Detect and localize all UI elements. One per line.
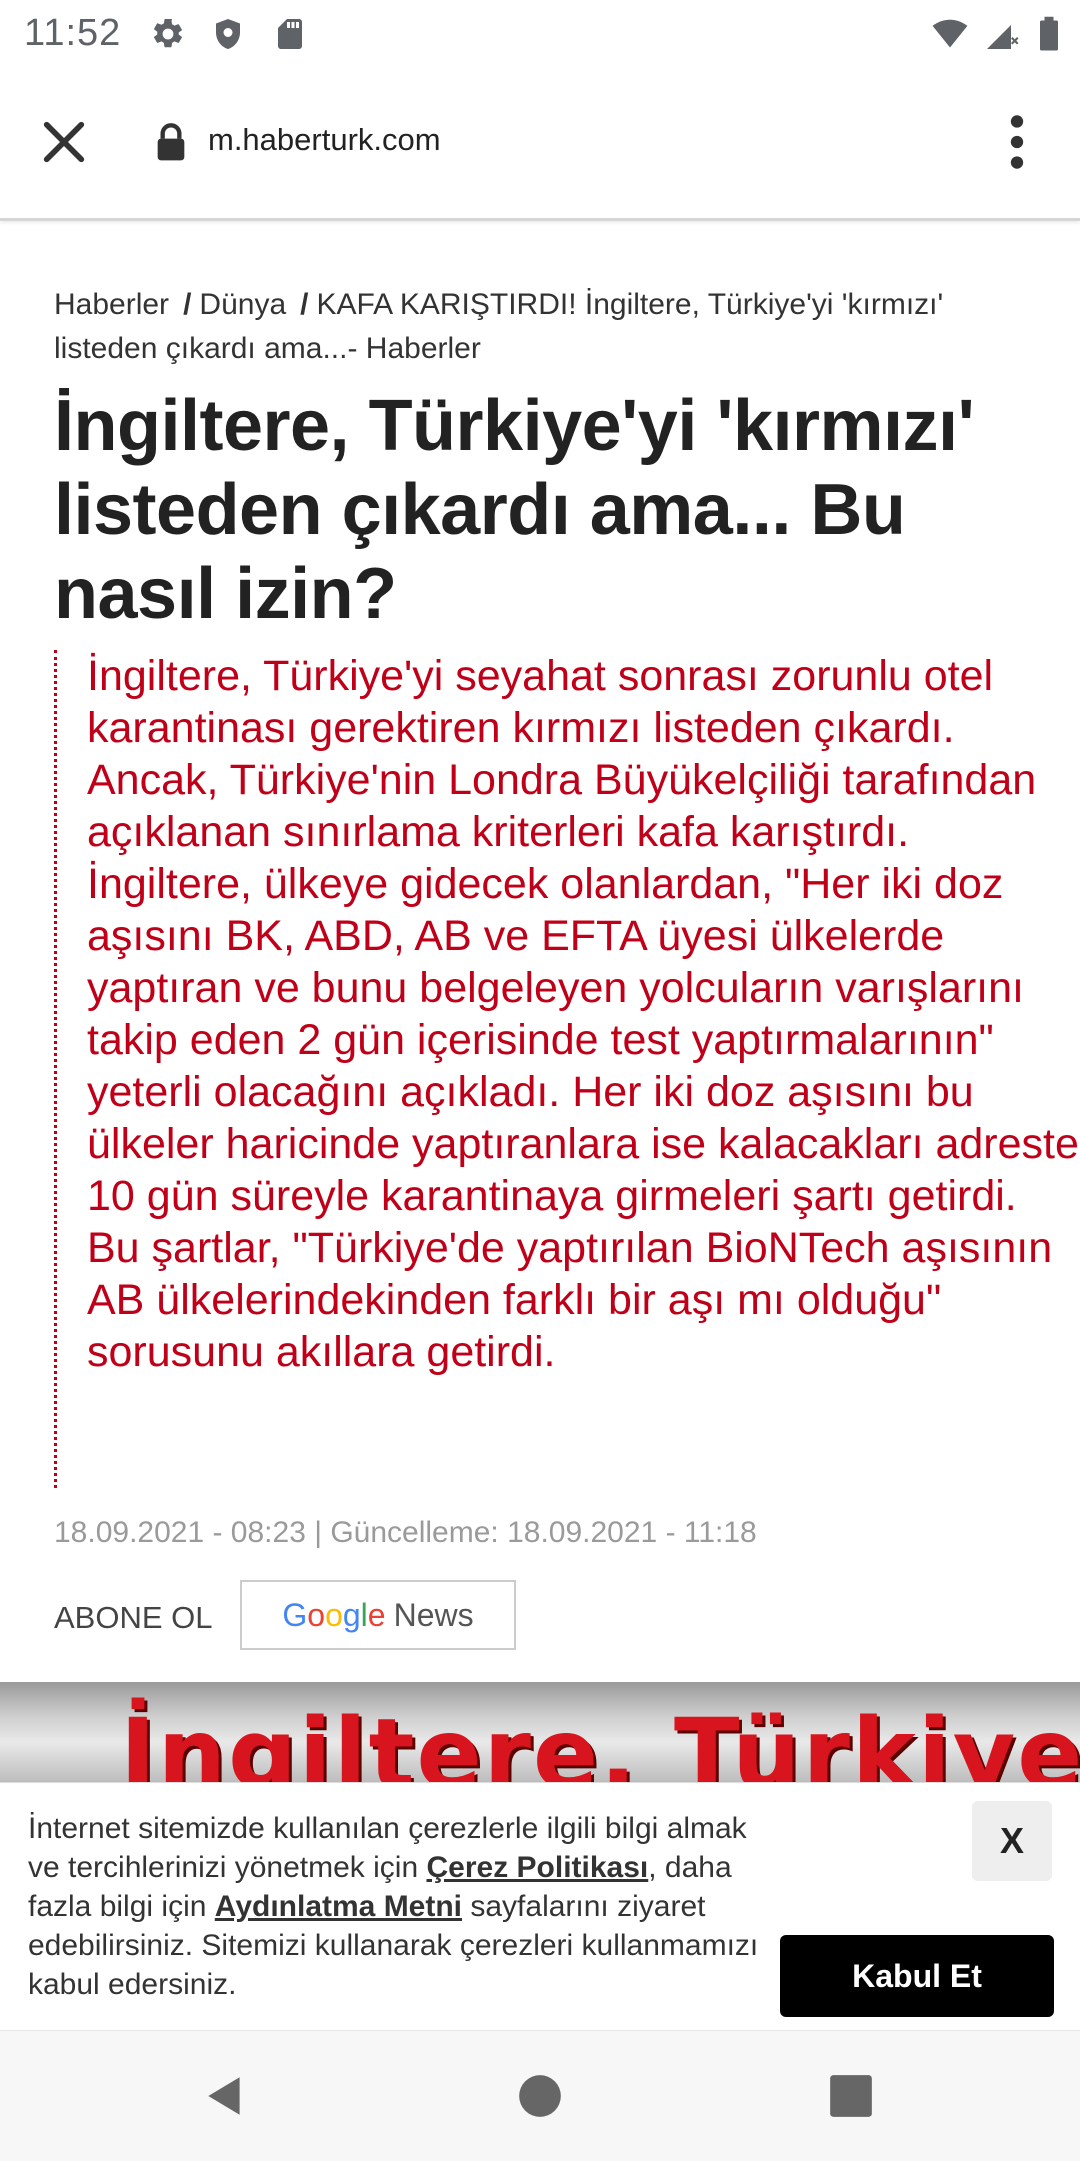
- url-text[interactable]: m.haberturk.com: [208, 122, 441, 158]
- status-bar: 11:52: [0, 0, 1080, 66]
- back-icon[interactable]: [200, 2071, 250, 2121]
- battery-icon: [1040, 16, 1058, 51]
- status-time: 11:52: [24, 12, 122, 54]
- article-dates: 18.09.2021 - 08:23 | Güncelleme: 18.09.2…: [54, 1516, 757, 1549]
- cookie-banner: İnternet sitemizde kullanılan çerezlerle…: [0, 1782, 1080, 2031]
- system-nav-bar: [0, 2030, 1080, 2161]
- home-icon[interactable]: [515, 2071, 565, 2121]
- cookie-policy-link[interactable]: Çerez Politikası: [426, 1851, 648, 1884]
- shield-icon: [216, 19, 240, 49]
- google-logo: Google: [282, 1596, 386, 1633]
- close-tab-icon[interactable]: [38, 116, 90, 168]
- google-news-button[interactable]: Google News: [240, 1580, 516, 1650]
- article-spot: İngiltere, Türkiye'yi seyahat sonrası zo…: [54, 650, 1079, 1488]
- article-headline: İngiltere, Türkiye'yi 'kırmızı' listeden…: [54, 386, 975, 634]
- breadcrumb-separator: /: [183, 288, 192, 321]
- wifi-icon: [932, 19, 968, 48]
- recents-icon[interactable]: [826, 2071, 876, 2121]
- breadcrumb: Haberler / Dünya / KAFA KARIŞTIRDI! İngilter…: [54, 283, 1014, 371]
- breadcrumb-separator: /: [300, 288, 309, 321]
- breadcrumb-item-haberler[interactable]: Haberler: [54, 288, 169, 321]
- cookie-close-button[interactable]: X: [972, 1801, 1052, 1881]
- overflow-menu-icon[interactable]: [1002, 114, 1032, 170]
- cell-signal-icon: [987, 25, 1019, 49]
- breadcrumb-item-dunya[interactable]: Dünya: [199, 288, 286, 321]
- privacy-notice-link[interactable]: Aydınlatma Metni: [215, 1890, 462, 1923]
- google-news-label: News: [393, 1596, 474, 1633]
- article-spot-text: İngiltere, Türkiye'yi seyahat sonrası zo…: [87, 652, 1079, 1376]
- sd-card-icon: [278, 19, 302, 49]
- browser-toolbar: m.haberturk.com: [0, 66, 1080, 221]
- settings-icon: [154, 18, 182, 48]
- hero-image-text: İngiltere, Türkiye'yi: [120, 1698, 1080, 1782]
- cookie-accept-button[interactable]: Kabul Et: [780, 1935, 1054, 2017]
- lock-icon: [157, 123, 185, 161]
- cookie-banner-text: İnternet sitemizde kullanılan çerezlerle…: [28, 1812, 759, 2001]
- subscribe-label: ABONE OL: [54, 1600, 213, 1635]
- article-hero-image[interactable]: İngiltere, Türkiye'yi: [0, 1682, 1080, 1782]
